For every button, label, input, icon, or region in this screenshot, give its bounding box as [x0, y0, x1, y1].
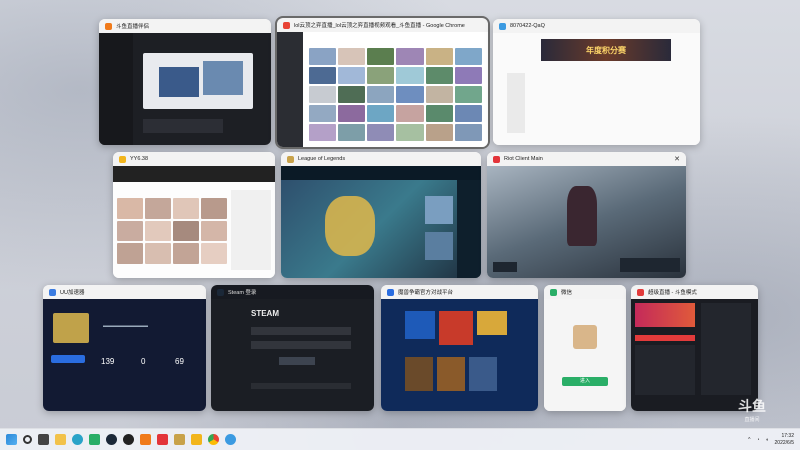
windows-start-icon[interactable]	[6, 434, 17, 445]
wechat-icon	[550, 288, 557, 296]
window-lol[interactable]: League of Legends	[281, 152, 481, 278]
window-uu[interactable]: UU加速器 ▬▬▬▬▬▬▬▬▬ 139 0 69	[43, 285, 206, 411]
lol-icon[interactable]	[174, 434, 185, 445]
volume-icon[interactable]: ◖	[766, 437, 769, 443]
window-title: 魔兽争霸官方对战平台	[398, 290, 454, 296]
wegame-icon	[387, 288, 394, 296]
lol-icon	[287, 155, 294, 163]
uu-icon	[49, 288, 56, 296]
window-thumbnail	[487, 166, 686, 278]
steam-icon	[217, 288, 224, 296]
window-title: 斗鱼直播伴侣	[116, 24, 150, 30]
window-thumbnail: 进入	[544, 299, 626, 411]
chrome-icon	[283, 21, 290, 29]
window-thumbnail	[281, 166, 481, 278]
steam-logo: STEAM	[251, 309, 279, 318]
banner-text: 年度积分赛	[586, 45, 626, 55]
task-view-icon[interactable]	[38, 434, 49, 445]
qq-icon[interactable]	[225, 434, 236, 445]
stat-value: 139	[101, 357, 115, 366]
yy-icon[interactable]	[191, 434, 202, 445]
window-obs[interactable]: 超级直播 - 斗鱼模式	[631, 285, 758, 411]
window-title: 8070422-QaQ	[510, 23, 545, 29]
explorer-icon[interactable]	[55, 434, 66, 445]
window-title: League of Legends	[298, 156, 346, 162]
stat-value: 69	[175, 357, 184, 366]
edge-icon[interactable]	[72, 434, 83, 445]
douyu-icon[interactable]	[140, 434, 151, 445]
riot-icon	[493, 155, 500, 163]
window-wegame[interactable]: 魔兽争霸官方对战平台	[381, 285, 538, 411]
window-title: lol云顶之弈直播_lol云顶之弈直播视频观看_斗鱼直播 - Google Ch…	[294, 23, 465, 29]
window-wechat[interactable]: 微信 进入	[544, 285, 626, 411]
window-steam[interactable]: Steam 登录 STEAM	[211, 285, 374, 411]
window-title: Steam 登录	[228, 290, 257, 296]
avatar	[573, 325, 597, 349]
window-douyu-client[interactable]: 斗鱼直播伴侣	[99, 19, 271, 145]
window-title: Riot Client Main	[504, 156, 543, 162]
taskbar: ^ ◔ ◖ 17:32 2022/6/5	[0, 428, 800, 450]
yy-icon	[119, 155, 126, 163]
qq-icon	[499, 22, 506, 30]
chrome-icon[interactable]	[208, 434, 219, 445]
window-thumbnail	[631, 299, 758, 411]
steam-icon[interactable]	[106, 434, 117, 445]
douyu-icon	[105, 22, 112, 30]
riot-icon[interactable]	[157, 434, 168, 445]
window-riot[interactable]: Riot Client Main ✕	[487, 152, 686, 278]
window-thumbnail: 年度积分赛	[493, 33, 700, 145]
wifi-icon[interactable]: ◔	[756, 437, 759, 443]
window-thumbnail	[113, 166, 275, 278]
stat-value: 0	[141, 357, 146, 366]
window-qq[interactable]: 8070422-QaQ 年度积分赛	[493, 19, 700, 145]
window-thumbnail: ▬▬▬▬▬▬▬▬▬ 139 0 69	[43, 299, 206, 411]
chevron-up-icon[interactable]: ^	[748, 437, 750, 443]
obs-icon[interactable]	[123, 434, 134, 445]
window-title: 超级直播 - 斗鱼模式	[648, 290, 697, 296]
douyu-watermark: 斗鱼 直播间	[738, 399, 766, 423]
window-thumbnail	[381, 299, 538, 411]
close-icon[interactable]: ✕	[674, 155, 680, 163]
window-thumbnail	[277, 32, 488, 147]
window-title: YY6.38	[130, 156, 149, 162]
system-clock[interactable]: 17:32 2022/6/5	[775, 433, 794, 447]
search-icon[interactable]	[23, 435, 32, 444]
window-yy[interactable]: YY6.38	[113, 152, 275, 278]
obs-icon	[637, 288, 644, 296]
enter-button[interactable]: 进入	[562, 377, 608, 386]
window-chrome[interactable]: lol云顶之弈直播_lol云顶之弈直播视频观看_斗鱼直播 - Google Ch…	[275, 16, 490, 149]
window-thumbnail	[99, 33, 271, 145]
window-title: UU加速器	[60, 290, 85, 296]
window-thumbnail: STEAM	[211, 299, 374, 411]
wechat-icon[interactable]	[89, 434, 100, 445]
window-title: 微信	[561, 290, 573, 296]
